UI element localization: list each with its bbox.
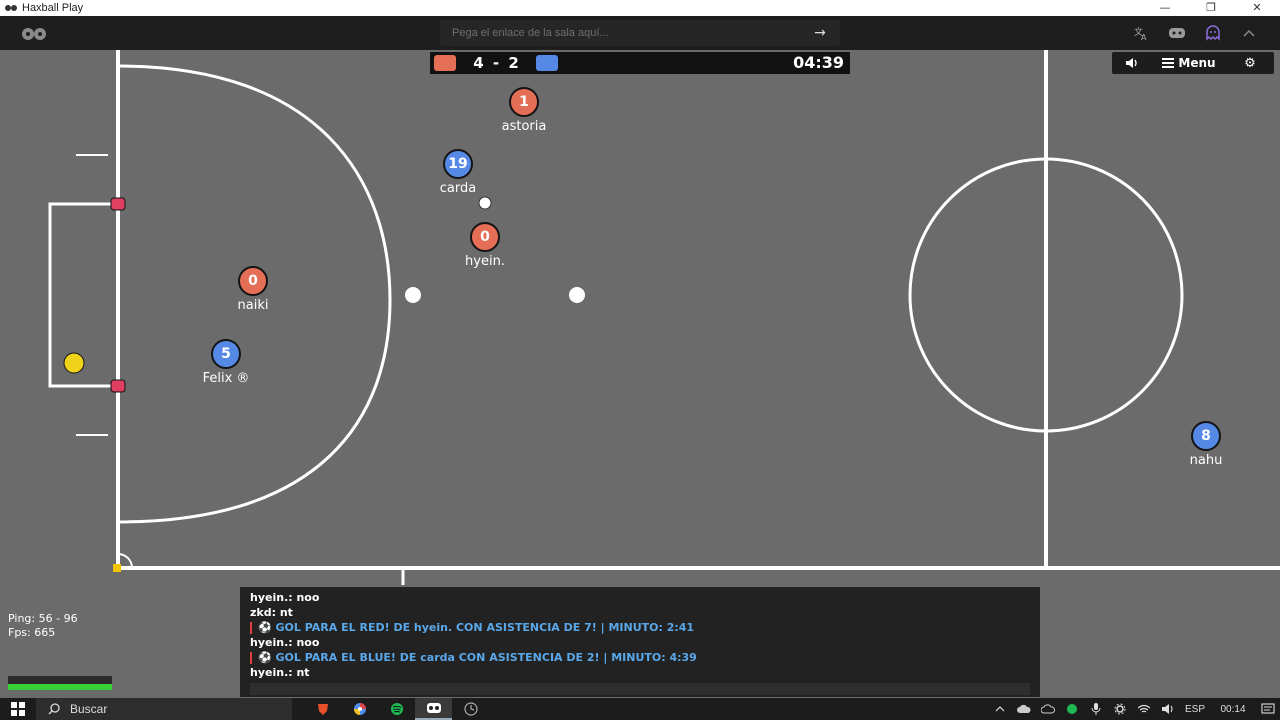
menu-label: Menu xyxy=(1178,56,1216,70)
player-disc: 19 xyxy=(443,149,473,179)
ping-text: Ping: 56 - 96 xyxy=(8,612,78,625)
gear-icon[interactable]: ⚙ xyxy=(1226,52,1274,74)
player-disc: 0 xyxy=(470,222,500,252)
goal-announcement: ⚽ GOL PARA EL BLUE! DE carda CON ASISTEN… xyxy=(250,651,697,665)
chat-message: hyein.: noo xyxy=(250,636,320,649)
player-name: nahu xyxy=(1189,453,1223,468)
game-controls: Menu ⚙ xyxy=(1112,52,1274,74)
pitch-lines xyxy=(48,50,1280,585)
player-nahu: 8 nahu xyxy=(1146,421,1266,491)
discord-icon[interactable] xyxy=(1166,22,1188,44)
join-room-arrow-button[interactable]: → xyxy=(800,20,840,46)
goal-announcement: ⚽ GOL PARA EL RED! DE hyein. CON ASISTEN… xyxy=(250,621,694,635)
onedrive-icon[interactable] xyxy=(1036,698,1060,720)
player-carda: 19 carda xyxy=(398,149,518,219)
score-text: 4 - 2 xyxy=(473,54,521,72)
brave-browser-icon[interactable] xyxy=(304,698,341,720)
player-hyein: 0 hyein. xyxy=(425,222,545,292)
player-name: astoria xyxy=(501,119,547,134)
scoreboard: 4 - 2 04:39 xyxy=(430,52,850,74)
volume-icon[interactable] xyxy=(1112,52,1152,74)
speaker-icon[interactable] xyxy=(1156,698,1180,720)
player-name: carda xyxy=(439,181,477,196)
wifi-icon[interactable] xyxy=(1132,698,1156,720)
taskbar-search[interactable]: Buscar xyxy=(36,698,292,720)
haxball-logo-icon[interactable] xyxy=(20,26,48,40)
player-disc: 1 xyxy=(509,87,539,117)
taskbar-apps xyxy=(304,698,489,720)
settings-tray-icon[interactable] xyxy=(1108,698,1132,720)
red-team-color xyxy=(434,55,456,71)
player-disc: 5 xyxy=(211,339,241,369)
player-disc: 0 xyxy=(238,266,268,296)
spotify-tray-icon[interactable] xyxy=(1060,698,1084,720)
match-time: 04:39 xyxy=(793,53,844,72)
chat-message: zkd: nt xyxy=(250,606,293,619)
window-title: Haxball Play xyxy=(22,2,84,14)
haxball-app-icon[interactable] xyxy=(415,698,452,720)
cloud-icon[interactable] xyxy=(1012,698,1036,720)
player-felix: 5 Felix ® xyxy=(166,339,286,409)
taskbar: Buscar ESP 00:14 xyxy=(0,698,1280,720)
topbar-icons: 文A xyxy=(1130,22,1260,44)
system-tray: ESP 00:14 xyxy=(988,698,1280,720)
window-controls: — ❐ ✕ xyxy=(1142,0,1280,16)
haxball-window: Haxball Play — ❐ ✕ → 文A xyxy=(0,0,1280,720)
notifications-icon[interactable] xyxy=(1256,698,1280,720)
top-bar: → 文A xyxy=(0,16,1280,50)
room-link-input[interactable] xyxy=(452,20,792,46)
language-indicator[interactable]: ESP xyxy=(1180,704,1210,715)
chat-panel: hyein.: noo zkd: nt ⚽ GOL PARA EL RED! D… xyxy=(240,587,1040,697)
fps-text: Fps: 665 xyxy=(8,626,56,639)
fps-graph xyxy=(8,676,112,690)
announcement-text: ⚽ GOL PARA EL RED! DE hyein. CON ASISTEN… xyxy=(258,621,695,634)
close-button[interactable]: ✕ xyxy=(1234,0,1280,16)
room-link-bar: → xyxy=(440,20,840,46)
chat-message: hyein.: noo xyxy=(250,591,320,604)
blue-team-color xyxy=(536,55,558,71)
hamburger-icon xyxy=(1162,58,1175,68)
ghost-icon[interactable] xyxy=(1202,22,1224,44)
player-name: Felix ® xyxy=(202,371,250,386)
restore-button[interactable]: ❐ xyxy=(1188,0,1234,16)
windows-start-icon[interactable] xyxy=(0,698,36,720)
chromium-icon[interactable] xyxy=(341,698,378,720)
chat-input[interactable] xyxy=(250,683,1030,695)
haxball-logo-icon xyxy=(4,3,18,13)
player-astoria: 1 astoria xyxy=(464,87,584,157)
announcement-text: ⚽ GOL PARA EL BLUE! DE carda CON ASISTEN… xyxy=(258,651,697,664)
microphone-icon[interactable] xyxy=(1084,698,1108,720)
minimize-button[interactable]: — xyxy=(1142,0,1188,16)
svg-text:A: A xyxy=(1141,33,1147,41)
performance-stats: Ping: 56 - 96 Fps: 665 xyxy=(4,612,114,694)
spotify-icon[interactable] xyxy=(378,698,415,720)
chevron-up-icon[interactable] xyxy=(1238,22,1260,44)
chat-message: hyein.: nt xyxy=(250,666,310,679)
player-name: hyein. xyxy=(465,254,505,269)
player-name: naiki xyxy=(237,298,269,313)
search-icon xyxy=(48,703,60,715)
game-field[interactable] xyxy=(0,50,1280,585)
player-naiki: 0 naiki xyxy=(193,266,313,336)
menu-button[interactable]: Menu xyxy=(1152,52,1226,74)
player-disc: 8 xyxy=(1191,421,1221,451)
search-label: Buscar xyxy=(70,702,108,716)
system-clock[interactable]: 00:14 xyxy=(1210,704,1256,715)
chevron-up-icon[interactable] xyxy=(988,698,1012,720)
clock-app-icon[interactable] xyxy=(452,698,489,720)
translate-icon[interactable]: 文A xyxy=(1130,22,1152,44)
title-bar: Haxball Play — ❐ ✕ xyxy=(0,0,1280,16)
